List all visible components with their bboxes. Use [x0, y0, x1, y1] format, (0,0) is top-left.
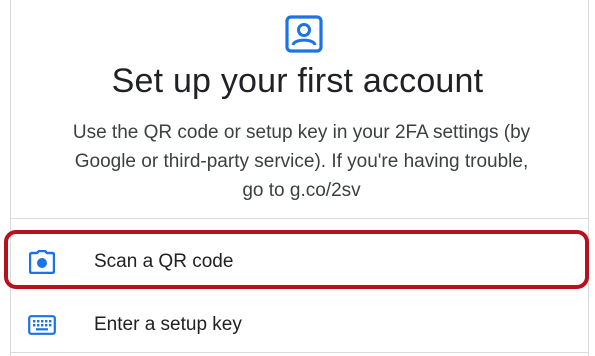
enter-setup-key-label: Enter a setup key [94, 314, 242, 335]
setup-description: Use the QR code or setup key in your 2FA… [30, 118, 573, 205]
description-line: go to g.co/2sv [242, 180, 361, 201]
keyboard-icon [24, 307, 60, 343]
bottom-divider [10, 352, 589, 353]
scan-qr-code-option[interactable]: Scan a QR code [10, 233, 589, 291]
camera-icon [24, 244, 60, 280]
page-title: Set up your first account [111, 62, 484, 100]
enter-setup-key-option[interactable]: Enter a setup key [10, 296, 589, 354]
scan-qr-code-label: Scan a QR code [94, 251, 234, 272]
setup-screen: Set up your first account Use the QR cod… [0, 0, 595, 356]
account-box-icon [282, 12, 326, 56]
section-divider [10, 218, 589, 219]
description-line: Use the QR code or setup key in your 2FA… [72, 122, 531, 143]
description-line: Google or third-party service). If you'r… [74, 151, 529, 172]
